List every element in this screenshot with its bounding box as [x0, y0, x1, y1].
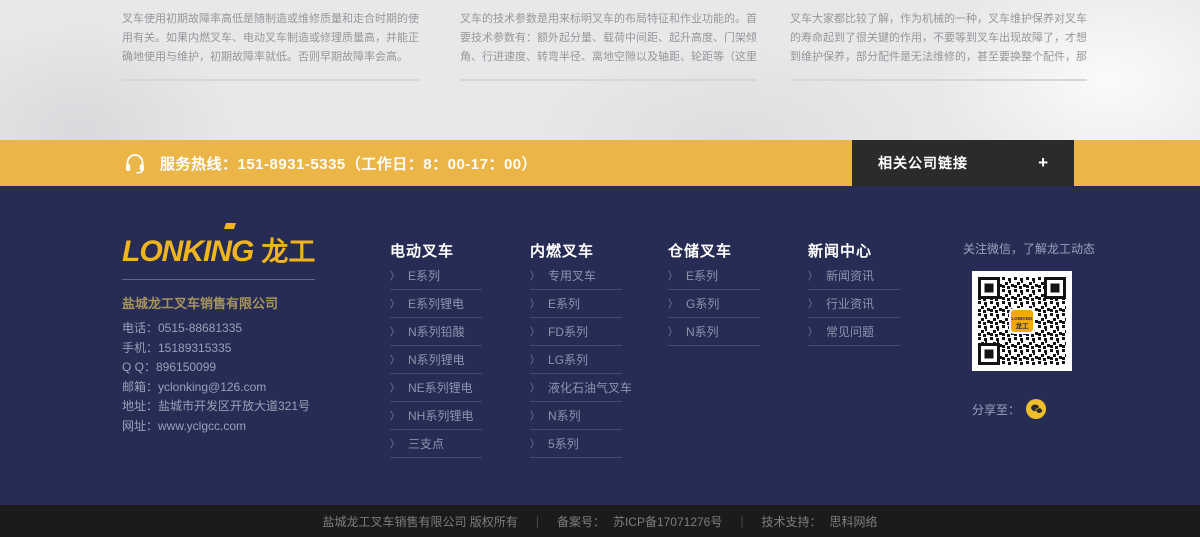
- nav-column-title: 内燃叉车: [530, 240, 622, 261]
- lonking-logo[interactable]: LONKING 龙工: [122, 230, 362, 269]
- nav-link[interactable]: 〉新闻资讯: [808, 262, 900, 290]
- chevron-right-icon: 〉: [390, 268, 399, 284]
- brand-block: LONKING 龙工 盐城龙工叉车销售有限公司 电话：0515-88681335 …: [122, 230, 362, 436]
- contact-list: 电话：0515-88681335 手机：15189315335 Q Q：8961…: [122, 319, 362, 436]
- contact-qq: Q Q：896150099: [122, 358, 362, 378]
- footer-nav-combustion: 内燃叉车 〉专用叉车 〉E系列 〉FD系列 〉LG系列 〉液化石油气叉车 〉N系…: [530, 240, 622, 458]
- chevron-right-icon: 〉: [390, 380, 399, 396]
- plus-icon: +: [1038, 153, 1048, 173]
- nav-link[interactable]: 〉E系列: [668, 262, 760, 290]
- related-links-label: 相关公司链接: [878, 153, 968, 173]
- nav-link[interactable]: 〉LG系列: [530, 346, 622, 374]
- article-divider: [122, 79, 419, 81]
- article-text: 叉车使用初期故障率高低是随制造或维修质量和走合时期的使用有关。如果内燃叉车、电动…: [122, 10, 419, 67]
- nav-link[interactable]: 〉E系列锂电: [390, 290, 482, 318]
- article-text: 叉车大家都比较了解，作为机械的一种，叉车维护保养对叉车的寿命起到了很关键的作用，…: [790, 10, 1087, 67]
- nav-column-title: 新闻中心: [808, 240, 900, 261]
- article-text: 叉车的技术参数是用来标明叉车的布局特征和作业功能的。首要技术参数有：额外起分量、…: [460, 10, 757, 67]
- chevron-right-icon: 〉: [390, 408, 399, 424]
- nav-link[interactable]: 〉NE系列锂电: [390, 374, 482, 402]
- svg-text:LONKING: LONKING: [1011, 316, 1033, 321]
- tech-support-label: 技术支持：: [761, 513, 821, 530]
- nav-link[interactable]: 〉FD系列: [530, 318, 622, 346]
- contact-phone: 电话：0515-88681335: [122, 319, 362, 339]
- nav-link[interactable]: 〉N系列锂电: [390, 346, 482, 374]
- footer-nav-news: 新闻中心 〉新闻资讯 〉行业资讯 〉常见问题: [808, 240, 900, 346]
- nav-link[interactable]: 〉N系列: [530, 402, 622, 430]
- contact-website: 网址：www.yclgcc.com: [122, 417, 362, 437]
- nav-link[interactable]: 〉常见问题: [808, 318, 900, 346]
- nav-link[interactable]: 〉行业资讯: [808, 290, 900, 318]
- contact-mobile: 手机：15189315335: [122, 339, 362, 359]
- nav-link[interactable]: 〉E系列: [390, 262, 482, 290]
- footer: LONKING龙工 盐城龙工叉车销售有限公司 电话：0515-88681335 …: [0, 186, 1200, 505]
- separator: |: [740, 514, 743, 528]
- nav-link[interactable]: 〉5系列: [530, 430, 622, 458]
- wechat-caption: 关注微信，了解龙工动态: [963, 240, 1093, 257]
- nav-column-title: 电动叉车: [390, 240, 482, 261]
- related-links-button[interactable]: 相关公司链接 +: [852, 140, 1074, 186]
- nav-link[interactable]: 〉E系列: [530, 290, 622, 318]
- chevron-right-icon: 〉: [530, 408, 539, 424]
- article-divider: [790, 79, 1087, 81]
- footer-nav-warehouse: 仓储叉车 〉E系列 〉G系列 〉N系列: [668, 240, 760, 346]
- separator: |: [536, 514, 539, 528]
- chevron-right-icon: 〉: [530, 324, 539, 340]
- company-name: 盐城龙工叉车销售有限公司: [122, 293, 362, 312]
- chevron-right-icon: 〉: [808, 324, 817, 340]
- nav-link[interactable]: 〉专用叉车: [530, 262, 622, 290]
- brand-divider: [122, 279, 315, 280]
- logo-latin-text: LONKING: [122, 235, 253, 268]
- nav-link[interactable]: 〉N系列: [668, 318, 760, 346]
- svg-text:龙工: 龙工: [1015, 321, 1030, 330]
- chevron-right-icon: 〉: [390, 296, 399, 312]
- nav-link[interactable]: 〉G系列: [668, 290, 760, 318]
- chevron-right-icon: 〉: [390, 436, 399, 452]
- chevron-right-icon: 〉: [668, 268, 677, 284]
- contact-email: 邮箱：yclonking@126.com: [122, 378, 362, 398]
- chevron-right-icon: 〉: [530, 296, 539, 312]
- nav-link[interactable]: 〉三支点: [390, 430, 482, 458]
- wechat-share-icon[interactable]: [1026, 399, 1046, 419]
- copyright-text: 盐城龙工叉车销售有限公司 版权所有: [322, 513, 517, 530]
- chevron-right-icon: 〉: [530, 436, 539, 452]
- contact-address: 地址：盐城市开发区开放大道321号: [122, 397, 362, 417]
- wechat-qr-code: LONKING 龙工: [972, 271, 1072, 371]
- nav-link[interactable]: 〉N系列铅酸: [390, 318, 482, 346]
- chevron-right-icon: 〉: [390, 324, 399, 340]
- article-divider: [460, 79, 757, 81]
- headset-icon: [122, 151, 148, 175]
- logo-chinese-text: 龙工: [261, 237, 315, 267]
- share-row: 分享至：: [972, 399, 1093, 419]
- chevron-right-icon: 〉: [668, 296, 677, 312]
- chevron-right-icon: 〉: [390, 352, 399, 368]
- nav-link[interactable]: 〉NH系列锂电: [390, 402, 482, 430]
- top-articles-strip: 叉车使用初期故障率高低是随制造或维修质量和走合时期的使用有关。如果内燃叉车、电动…: [0, 0, 1200, 140]
- wechat-block: 关注微信，了解龙工动态: [963, 240, 1093, 419]
- nav-link[interactable]: 〉液化石油气叉车: [530, 374, 622, 402]
- nav-column-title: 仓储叉车: [668, 240, 760, 261]
- chevron-right-icon: 〉: [530, 352, 539, 368]
- article-teaser: 叉车使用初期故障率高低是随制造或维修质量和走合时期的使用有关。如果内燃叉车、电动…: [122, 10, 419, 81]
- article-teaser: 叉车大家都比较了解，作为机械的一种，叉车维护保养对叉车的寿命起到了很关键的作用，…: [790, 10, 1087, 81]
- beian-label: 备案号：: [557, 513, 605, 530]
- chevron-right-icon: 〉: [668, 324, 677, 340]
- tech-support-name[interactable]: 思科网络: [830, 513, 878, 530]
- chevron-right-icon: 〉: [808, 268, 817, 284]
- chevron-right-icon: 〉: [808, 296, 817, 312]
- hotline-text: 服务热线：151-8931-5335（工作日：8：00-17：00）: [160, 153, 537, 174]
- logo-flag-accent: [224, 223, 236, 229]
- share-label: 分享至：: [972, 401, 1020, 418]
- chevron-right-icon: 〉: [530, 380, 539, 396]
- beian-number-link[interactable]: 苏ICP备17071276号: [613, 513, 722, 530]
- article-teaser: 叉车的技术参数是用来标明叉车的布局特征和作业功能的。首要技术参数有：额外起分量、…: [460, 10, 757, 81]
- footer-nav-electric: 电动叉车 〉E系列 〉E系列锂电 〉N系列铅酸 〉N系列锂电 〉NE系列锂电 〉…: [390, 240, 482, 458]
- copyright-bar: 盐城龙工叉车销售有限公司 版权所有 | 备案号： 苏ICP备17071276号 …: [0, 505, 1200, 537]
- chevron-right-icon: 〉: [530, 268, 539, 284]
